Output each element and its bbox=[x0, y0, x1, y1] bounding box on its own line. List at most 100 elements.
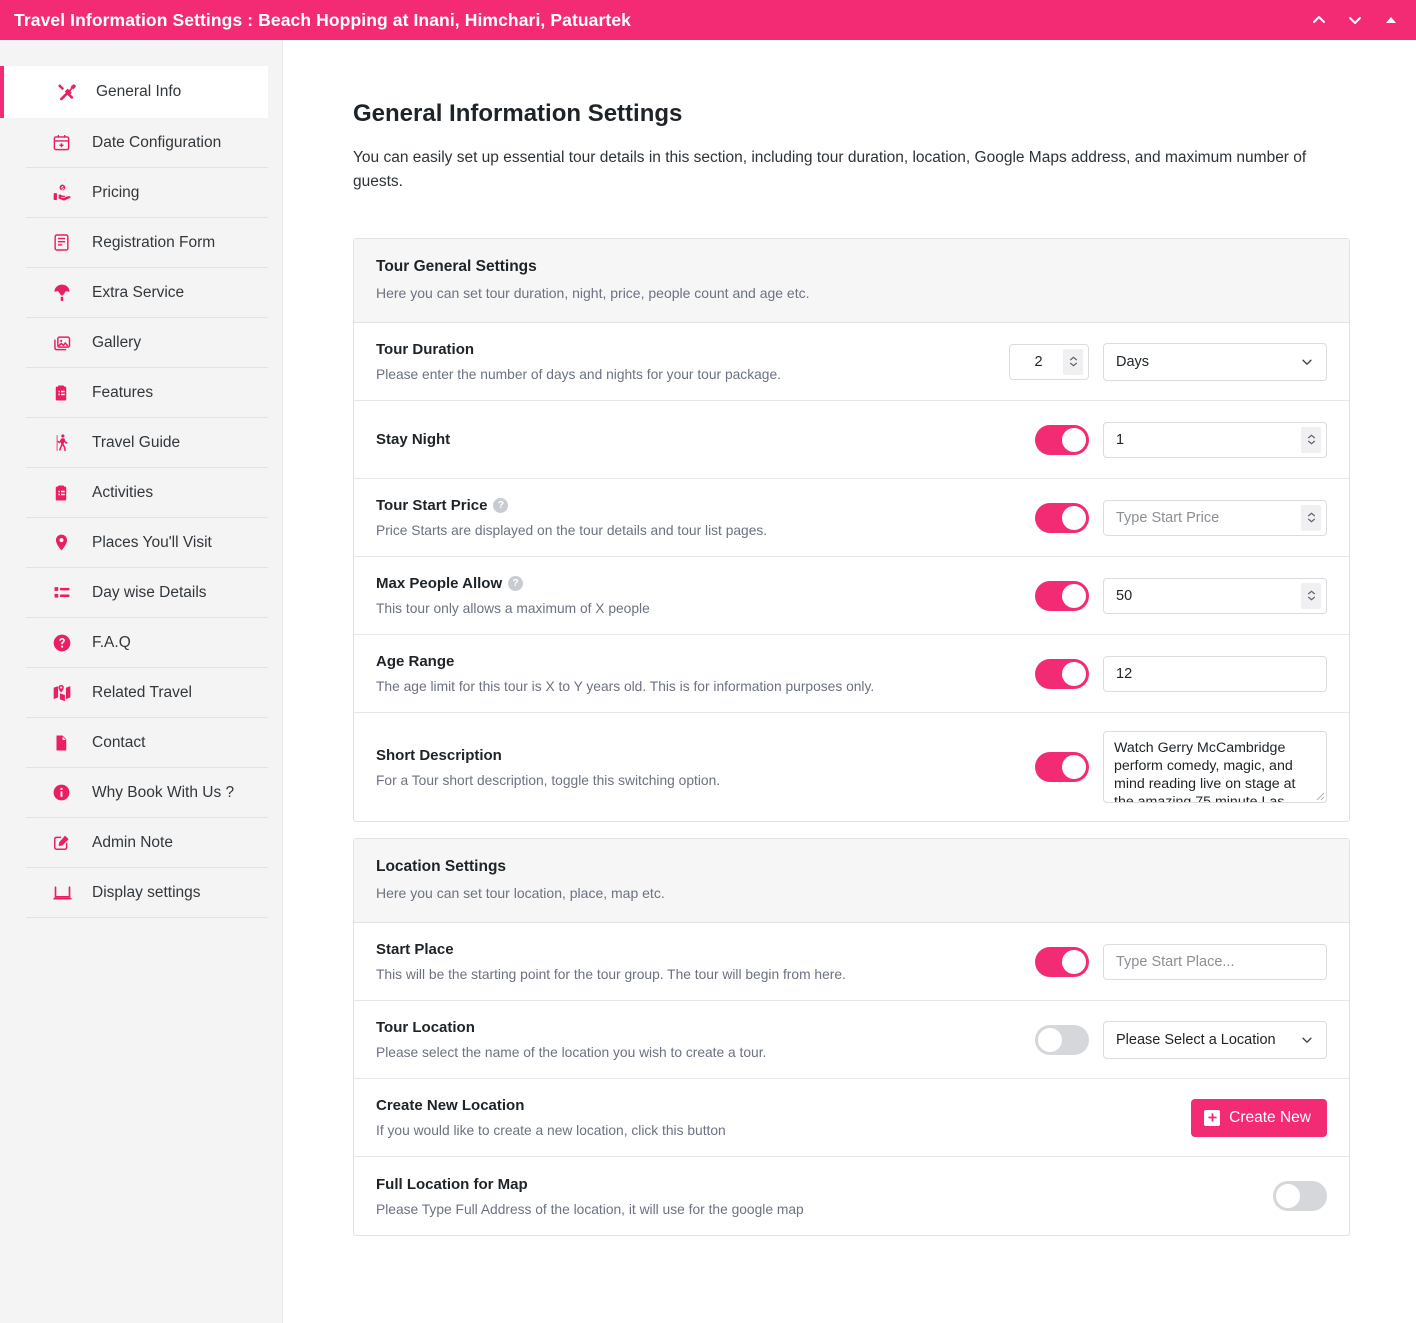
sidebar-item-related-travel[interactable]: Related Travel bbox=[26, 668, 268, 718]
toggle-knob bbox=[1276, 1184, 1300, 1209]
row-label-text: Start Place bbox=[376, 941, 454, 959]
start-place-placeholder: Type Start Place... bbox=[1116, 953, 1235, 970]
row-start-place: Start Place This will be the starting po… bbox=[354, 923, 1349, 1002]
number-spinner[interactable] bbox=[1063, 348, 1083, 375]
toggle-knob bbox=[1062, 755, 1086, 780]
sidebar-item-date-configuration[interactable]: Date Configuration bbox=[26, 118, 268, 168]
sidebar-item-day-wise-details[interactable]: Day wise Details bbox=[26, 568, 268, 618]
tour-duration-unit-value: Days bbox=[1116, 353, 1150, 370]
toggle-knob bbox=[1062, 949, 1086, 974]
sidebar-item-label: Features bbox=[92, 383, 154, 401]
tour-location-select[interactable]: Please Select a Location bbox=[1103, 1020, 1327, 1059]
tour-start-price-input[interactable]: Type Start Price bbox=[1103, 499, 1327, 536]
sidebar-item-label: Registration Form bbox=[92, 233, 216, 251]
tools-icon bbox=[56, 82, 82, 102]
age-range-toggle[interactable] bbox=[1035, 658, 1089, 689]
start-place-toggle[interactable] bbox=[1035, 946, 1089, 977]
tour-location-toggle[interactable] bbox=[1035, 1024, 1089, 1055]
create-new-button[interactable]: Create New bbox=[1191, 1098, 1327, 1137]
stay-night-value: 1 bbox=[1116, 431, 1125, 448]
row-text: Start Place This will be the starting po… bbox=[376, 941, 1035, 982]
row-label-text: Tour Duration bbox=[376, 341, 475, 359]
row-create-new-location: Create New Location If you would like to… bbox=[354, 1079, 1349, 1158]
clipboard-list-icon bbox=[52, 384, 78, 402]
triangle-up-icon[interactable] bbox=[1378, 7, 1404, 33]
row-control: 50 bbox=[1035, 577, 1327, 614]
sidebar-item-why-book-with-us[interactable]: Why Book With Us ? bbox=[26, 768, 268, 818]
chevron-up-icon[interactable] bbox=[1306, 7, 1332, 33]
help-icon[interactable]: ? bbox=[508, 576, 524, 592]
clipboard-list-icon bbox=[52, 484, 78, 502]
help-icon[interactable]: ? bbox=[493, 498, 509, 514]
main-content: General Information Settings You can eas… bbox=[283, 40, 1416, 1323]
map-marked-icon bbox=[52, 683, 78, 703]
row-short-description: Short Description For a Tour short descr… bbox=[354, 713, 1349, 821]
toggle-knob bbox=[1062, 505, 1086, 530]
row-control: Type Start Price bbox=[1035, 499, 1327, 536]
panel-subheading: Here you can set tour duration, night, p… bbox=[376, 285, 810, 302]
panel-header: Tour General Settings Here you can set t… bbox=[354, 239, 1349, 324]
chevron-down-icon[interactable] bbox=[1342, 7, 1368, 33]
row-label: Stay Night bbox=[376, 431, 1015, 448]
row-description: Please enter the number of days and nigh… bbox=[376, 367, 781, 383]
sidebar-item-label: F.A.Q bbox=[92, 633, 131, 651]
stay-night-toggle[interactable] bbox=[1035, 424, 1089, 455]
sidebar-item-activities[interactable]: Activities bbox=[26, 468, 268, 518]
max-people-allow-toggle[interactable] bbox=[1035, 580, 1089, 611]
row-text: Short Description For a Tour short descr… bbox=[376, 747, 1035, 788]
sidebar-item-contact[interactable]: Contact bbox=[26, 718, 268, 768]
sidebar-item-label: Related Travel bbox=[92, 683, 192, 701]
row-control bbox=[1273, 1181, 1327, 1212]
calendar-plus-icon bbox=[52, 133, 78, 152]
sidebar-item-pricing[interactable]: Pricing bbox=[26, 168, 268, 218]
tour-duration-unit-select[interactable]: Days bbox=[1103, 342, 1327, 381]
age-range-value: 12 bbox=[1116, 665, 1133, 682]
sidebar-item-extra-service[interactable]: Extra Service bbox=[26, 268, 268, 318]
row-control: 2 Days bbox=[1009, 342, 1327, 381]
sidebar-item-features[interactable]: Features bbox=[26, 368, 268, 418]
row-age-range: Age Range The age limit for this tour is… bbox=[354, 635, 1349, 714]
row-control: 12 bbox=[1035, 655, 1327, 692]
row-description: Price Starts are displayed on the tour d… bbox=[376, 523, 768, 539]
sidebar-item-faq[interactable]: F.A.Q bbox=[26, 618, 268, 668]
sidebar-item-places-youll-visit[interactable]: Places You'll Visit bbox=[26, 518, 268, 568]
short-description-textarea[interactable]: Watch Gerry McCambridge perform comedy, … bbox=[1103, 731, 1327, 804]
panel-subheading: Here you can set tour location, place, m… bbox=[376, 885, 665, 902]
sidebar-item-label: Contact bbox=[92, 733, 146, 751]
number-spinner[interactable] bbox=[1301, 426, 1321, 453]
row-description: If you would like to create a new locati… bbox=[376, 1123, 726, 1139]
tour-duration-value: 2 bbox=[1034, 353, 1043, 370]
row-label: Tour Location bbox=[376, 1019, 1015, 1036]
row-description: Please select the name of the location y… bbox=[376, 1045, 767, 1061]
form-icon bbox=[52, 233, 78, 252]
row-description: This tour only allows a maximum of X peo… bbox=[376, 601, 650, 617]
row-text: Tour Location Please select the name of … bbox=[376, 1019, 1035, 1060]
stay-night-number-input[interactable]: 1 bbox=[1103, 421, 1327, 458]
row-description: For a Tour short description, toggle thi… bbox=[376, 772, 721, 788]
chevron-down-icon bbox=[1302, 1037, 1312, 1043]
row-label-text: Age Range bbox=[376, 653, 455, 671]
row-text: Create New Location If you would like to… bbox=[376, 1097, 1191, 1138]
row-control: Type Start Place... bbox=[1035, 943, 1327, 980]
tour-start-price-toggle[interactable] bbox=[1035, 502, 1089, 533]
short-description-toggle[interactable] bbox=[1035, 752, 1089, 783]
full-location-for-map-toggle[interactable] bbox=[1273, 1181, 1327, 1212]
age-range-input[interactable]: 12 bbox=[1103, 655, 1327, 692]
row-label-text: Stay Night bbox=[376, 431, 451, 449]
sidebar-item-admin-note[interactable]: Admin Note bbox=[26, 818, 268, 868]
row-text: Tour Duration Please enter the number of… bbox=[376, 341, 1009, 382]
max-people-allow-input[interactable]: 50 bbox=[1103, 577, 1327, 614]
info-circle-icon bbox=[52, 783, 78, 802]
sidebar-item-travel-guide[interactable]: Travel Guide bbox=[26, 418, 268, 468]
chevron-down-icon bbox=[1302, 359, 1312, 365]
sidebar-item-gallery[interactable]: Gallery bbox=[26, 318, 268, 368]
tour-duration-number-input[interactable]: 2 bbox=[1009, 343, 1089, 380]
row-text: Tour Start Price ? Price Starts are disp… bbox=[376, 497, 1035, 538]
number-spinner[interactable] bbox=[1301, 582, 1321, 609]
sidebar-item-general-info[interactable]: General Info bbox=[0, 66, 268, 118]
start-place-input[interactable]: Type Start Place... bbox=[1103, 943, 1327, 980]
number-spinner[interactable] bbox=[1301, 504, 1321, 531]
sidebar-item-display-settings[interactable]: Display settings bbox=[26, 868, 268, 918]
sidebar-item-registration-form[interactable]: Registration Form bbox=[26, 218, 268, 268]
row-label: Age Range bbox=[376, 653, 1015, 670]
